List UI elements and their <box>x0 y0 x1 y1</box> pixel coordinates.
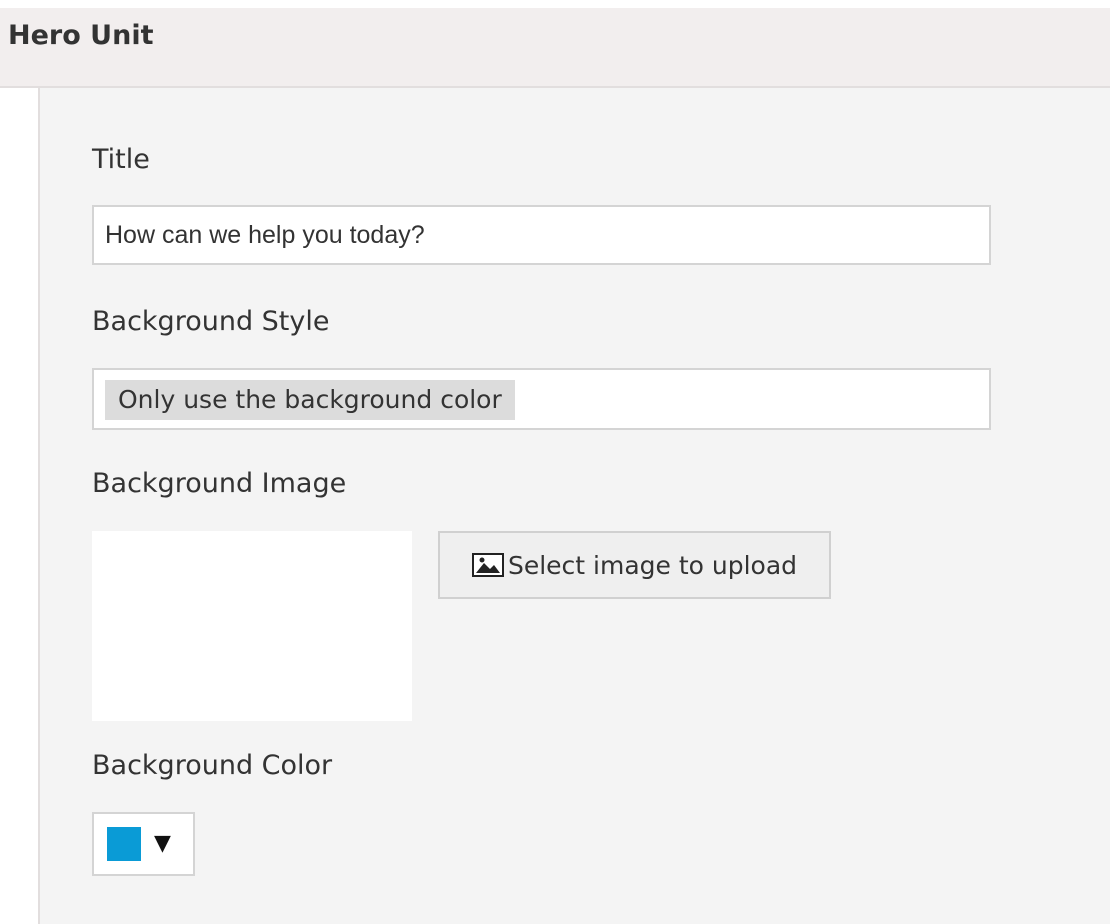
background-color-picker[interactable]: ▼ <box>92 812 195 876</box>
background-color-label: Background Color <box>92 750 333 781</box>
image-icon <box>471 553 504 577</box>
background-image-preview <box>92 531 412 721</box>
background-style-label: Background Style <box>92 306 330 337</box>
background-style-selected-option[interactable]: Only use the background color <box>105 380 515 420</box>
background-style-select[interactable]: Only use the background color <box>92 368 991 430</box>
select-image-button-label: Select image to upload <box>507 550 798 580</box>
chevron-down-icon: ▼ <box>154 831 171 856</box>
section-header: Hero Unit <box>0 8 1110 88</box>
background-image-label: Background Image <box>92 468 347 499</box>
section-title: Hero Unit <box>8 20 154 51</box>
select-image-button[interactable]: Select image to upload <box>438 531 831 599</box>
title-label: Title <box>92 144 150 175</box>
title-input[interactable] <box>92 205 991 265</box>
color-swatch <box>107 827 141 861</box>
